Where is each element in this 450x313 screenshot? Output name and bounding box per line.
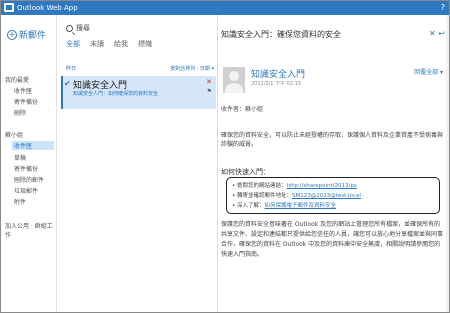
how-to-item-text: 轉寄並確認郵件地址：: [237, 193, 293, 199]
message-list-pane: 搜尋 全部 未讀 給我 標幟 昨日 按對話排列 · 日期 ▾ ✔ 知識安全入門 …: [58, 15, 218, 312]
nav-item-inbox[interactable]: 收件匣: [12, 141, 54, 150]
how-to-item: 轉寄並確認郵件地址：SM123@2013@test.local: [232, 191, 439, 201]
group-label: 昨日: [66, 66, 77, 72]
nav-item-attachments[interactable]: 附件: [14, 197, 26, 206]
selected-check-icon: ✔: [64, 79, 71, 88]
filter-all[interactable]: 全部: [66, 39, 80, 49]
app-title: Outlook Web App: [17, 3, 78, 12]
new-mail-label: 新郵件: [19, 31, 47, 41]
delete-icon[interactable]: ✕: [206, 78, 212, 86]
filter-to-me[interactable]: 給我: [114, 39, 128, 49]
nav-item-junk[interactable]: 垃圾郵件: [14, 186, 38, 195]
nav-item-drafts[interactable]: 草稿: [14, 153, 26, 162]
plus-icon: +: [7, 29, 17, 40]
avatar: [223, 67, 245, 93]
search-label: 搜尋: [76, 24, 90, 32]
how-to-item: 檢閱您的網站連結：http://sharepoint/2013/ps: [232, 181, 439, 191]
search-icon: [66, 24, 73, 32]
nav-item-sent[interactable]: 寄件備份: [14, 164, 38, 173]
subject-actions[interactable]: ✕ ↩: [429, 29, 445, 38]
sender-name[interactable]: 知識安全入門: [251, 67, 305, 80]
filter-unread[interactable]: 未讀: [90, 39, 104, 49]
how-to-link[interactable]: http://sharepoint/2013/ps: [287, 183, 357, 189]
how-to-link[interactable]: SM123@2013@test.local: [292, 193, 361, 199]
body-paragraph-2: 保護您的資料安全意味著在 Outlook 及您的網站上管理您所有檔案，並確保所有…: [221, 221, 444, 258]
reading-pane: 知識安全入門：確保您資料的安全 ✕ ↩ 知識安全入門 2012/3/1 下午 0…: [219, 15, 449, 312]
filter-bar: 全部 未讀 給我 標幟: [66, 39, 152, 49]
flag-icon[interactable]: ⚑: [207, 88, 212, 95]
help-icon[interactable]: ?: [441, 3, 445, 12]
outlook-logo-icon: [4, 3, 14, 12]
how-to-item-text: 深入了解：: [237, 203, 265, 209]
body-paragraph-1: 確保您的資料安全，可以防止未經授權的存取，保護個人資料及企業資產不受病毒與詐騙的…: [221, 132, 444, 148]
filter-flagged[interactable]: 標幟: [138, 39, 152, 49]
new-mail-button[interactable]: + 新郵件: [7, 28, 46, 41]
how-to-item-text: 檢閱您的網站連結：: [237, 183, 287, 189]
scrollbar[interactable]: [446, 15, 449, 312]
top-bar: Outlook Web App ?: [1, 1, 449, 15]
nav-item-sent-fav[interactable]: 寄件備份: [14, 97, 38, 106]
recipient-line: 收件者：蘇小姐: [221, 106, 264, 113]
nav-footer[interactable]: 加入公用 · 群組工作: [5, 221, 56, 239]
nav-section-favorites[interactable]: 我的最愛: [5, 75, 29, 84]
nav-item-deleted-fav[interactable]: 刪除: [14, 108, 26, 117]
left-nav: + 新郵件 我的最愛 收件匣 寄件備份 刪除 蘇小姐 收件匣 草稿 寄件備份 刪…: [1, 15, 57, 312]
how-to-box: 檢閱您的網站連結：http://sharepoint/2013/ps 轉寄並確認…: [226, 177, 440, 214]
how-to-item: 深入了解：如何保護電子郵件及資料安全: [232, 201, 439, 211]
group-header: 昨日 按對話排列 · 日期 ▾: [66, 65, 214, 72]
sort-dropdown[interactable]: 按對話排列 · 日期 ▾: [170, 65, 214, 72]
nav-item-deleted[interactable]: 刪除的郵件: [14, 175, 44, 184]
sent-date: 2012/3/1 下午 02:15: [251, 81, 302, 87]
nav-section-account[interactable]: 蘇小姐: [5, 130, 23, 139]
how-to-link[interactable]: 如何保護電子郵件及資料安全: [265, 203, 337, 209]
message-subject: 知識安全入門：確保您資料的安全: [221, 30, 341, 39]
how-to-title: 如何快速入門：: [221, 168, 270, 176]
reply-all-button[interactable]: 回覆全部 ▾: [414, 67, 443, 76]
nav-item-inbox-fav[interactable]: 收件匣: [14, 86, 32, 95]
message-item[interactable]: ✔ 知識安全入門 知識安全人門：如何確保您的資料安全 ✕ ⚑: [61, 76, 216, 109]
brand[interactable]: Outlook Web App: [4, 3, 78, 12]
message-preview: 知識安全人門：如何確保您的資料安全: [73, 91, 159, 97]
search-box[interactable]: 搜尋: [66, 23, 90, 33]
message-sender: 知識安全入門: [73, 81, 128, 91]
